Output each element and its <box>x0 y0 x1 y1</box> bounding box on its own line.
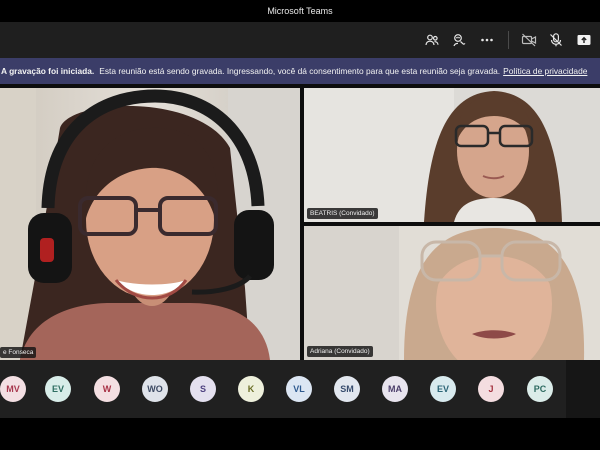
participant-avatar[interactable]: VL <box>286 376 312 402</box>
participant-tray: MV EV W WO S K VL SM MA EV J PC <box>0 360 600 418</box>
share-icon[interactable] <box>574 30 594 50</box>
participant-video-beatris <box>304 88 600 222</box>
avatar-initials: S <box>199 384 206 394</box>
people-icon[interactable] <box>422 30 442 50</box>
avatar-initials: EV <box>51 384 64 394</box>
main-participant-video <box>0 88 300 360</box>
mic-off-icon[interactable] <box>546 30 566 50</box>
participant-name-main: e Fonseca <box>0 347 37 358</box>
avatar-initials: WO <box>147 384 163 394</box>
window-title-bar: Microsoft Teams <box>0 0 600 22</box>
tray-scroll-area <box>566 360 600 418</box>
bottom-bar <box>0 418 600 450</box>
participant-avatar[interactable]: SM <box>334 376 360 402</box>
avatar-initials: EV <box>436 384 449 394</box>
raise-hand-icon[interactable] <box>449 30 469 50</box>
avatar-initials: MA <box>388 384 402 394</box>
avatar-initials: VL <box>293 384 305 394</box>
camera-off-icon[interactable] <box>519 30 539 50</box>
participant-avatar[interactable]: S <box>190 376 216 402</box>
avatar-initials: W <box>102 384 112 394</box>
participant-avatar[interactable]: K <box>238 376 264 402</box>
avatar-initials: SM <box>340 384 354 394</box>
more-icon[interactable] <box>477 30 497 50</box>
avatar-initials: K <box>247 384 255 394</box>
avatar-initials: PC <box>533 384 547 394</box>
avatar-initials: J <box>488 384 494 394</box>
participant-avatar[interactable]: MA <box>382 376 408 402</box>
participant-avatar[interactable]: MV <box>0 376 26 402</box>
privacy-policy-link[interactable]: Política de privacidade <box>503 66 587 76</box>
participant-avatar[interactable]: EV <box>430 376 456 402</box>
participant-video-tile-adriana[interactable]: Adriana (Convidado) <box>304 226 600 360</box>
toolbar-divider <box>508 31 509 49</box>
participant-video-adriana <box>304 226 600 360</box>
avatar-initials: MV <box>6 384 20 394</box>
participant-video-tile-beatris[interactable]: BEATRIS (Convidado) <box>304 88 600 222</box>
recording-banner: A gravação foi iniciada. Esta reunião es… <box>0 58 600 84</box>
participant-name-adriana: Adriana (Convidado) <box>307 346 373 357</box>
video-stage: e Fonseca BEATRIS (Convidado) Adriana (C… <box>0 84 600 360</box>
participant-avatar[interactable]: EV <box>45 376 71 402</box>
participant-avatar[interactable]: J <box>478 376 504 402</box>
participant-avatar[interactable]: WO <box>142 376 168 402</box>
participant-name-beatris: BEATRIS (Convidado) <box>307 208 378 219</box>
recording-status: A gravação foi iniciada. <box>1 66 95 76</box>
main-video-tile[interactable]: e Fonseca <box>0 88 300 360</box>
recording-consent-text: Esta reunião está sendo gravada. Ingress… <box>99 66 501 76</box>
participant-avatar[interactable]: W <box>94 376 120 402</box>
meeting-toolbar <box>0 22 600 58</box>
participant-avatar[interactable]: PC <box>527 376 553 402</box>
window-title: Microsoft Teams <box>267 6 333 16</box>
